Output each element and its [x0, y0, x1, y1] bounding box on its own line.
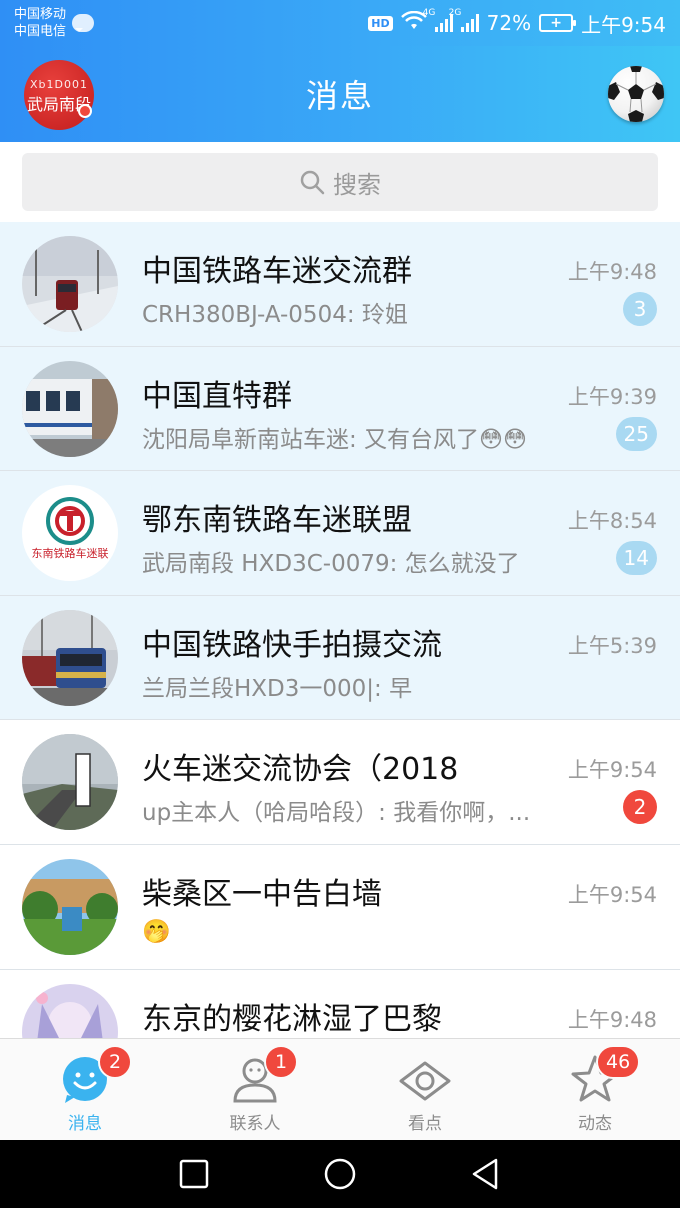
conversation-row[interactable]: 东京的樱花淋湿了巴黎 上午9:48	[0, 970, 680, 1038]
conversation-time: 上午9:48	[567, 260, 657, 284]
search-section: 搜索	[0, 142, 680, 222]
chat-notification-icon	[72, 14, 95, 32]
conversation-preview: CRH380BJ-A-0504: 玲姐	[142, 302, 408, 328]
carrier-info: 中国移动 中国电信	[14, 6, 66, 40]
search-input[interactable]: 搜索	[22, 153, 658, 211]
conversation-name: 中国铁路快手拍摄交流	[142, 627, 442, 663]
conversation-time: 上午8:54	[567, 509, 657, 534]
search-placeholder: 搜索	[333, 170, 381, 199]
avatar-seal-text: 东南铁路车迷联	[32, 546, 109, 560]
group-avatar	[22, 609, 118, 706]
group-avatar	[22, 858, 118, 955]
group-avatar	[22, 983, 118, 1038]
carrier-2: 中国电信	[14, 24, 67, 39]
conversation-time: 上午9:54	[567, 882, 657, 907]
conversation-time: 上午5:39	[567, 633, 657, 658]
recents-icon[interactable]	[176, 1156, 212, 1192]
conversation-list[interactable]: 中国铁路车迷交流群 CRH380BJ-A-0504: 玲姐 上午9:48 3 中…	[0, 222, 680, 1038]
conversation-row[interactable]: 柴桑区一中告白墙 🤭 上午9:54	[0, 845, 680, 970]
tab-label: 看点	[408, 1114, 442, 1134]
conversation-time: 上午9:39	[567, 384, 657, 409]
group-avatar	[22, 360, 118, 457]
conversation-preview: up主本人（哈局哈段）: 我看你啊，...	[142, 800, 531, 827]
network-type-2: 2G	[448, 8, 462, 18]
tab-label: 联系人	[229, 1114, 281, 1134]
conversation-name: 东京的樱花淋湿了巴黎	[142, 1001, 442, 1037]
header: Xb1D001 武局南段 消息	[0, 46, 680, 142]
bottom-tab-bar: 消息 2 联系人 1 看点 动态 46	[0, 1038, 680, 1140]
tab-label: 动态	[578, 1114, 612, 1134]
soccer-ball-icon[interactable]	[608, 66, 664, 122]
carrier-1: 中国移动	[14, 7, 67, 22]
conversation-preview: 武局南段 HXD3C-0079: 怎么就没了	[142, 551, 520, 578]
tab-feed[interactable]: 动态 46	[510, 1039, 680, 1140]
unread-count-badge: 14	[615, 541, 657, 576]
battery-percent: 72%	[486, 11, 532, 35]
conversation-row[interactable]: 中国铁路车迷交流群 CRH380BJ-A-0504: 玲姐 上午9:48 3	[0, 222, 680, 347]
conversation-time: 上午9:54	[567, 758, 657, 783]
conversation-name: 柴桑区一中告白墙	[142, 876, 382, 912]
tab-discover[interactable]: 看点	[340, 1039, 510, 1140]
conversation-name: 鄂东南铁路车迷联盟	[142, 503, 412, 539]
profile-avatar[interactable]: Xb1D001 武局南段	[24, 60, 94, 130]
tab-label: 消息	[68, 1114, 102, 1134]
conversation-row[interactable]: 中国铁路快手拍摄交流 兰局兰段HXD3一000|: 早 上午5:39	[0, 595, 680, 721]
conversation-row[interactable]: 火车迷交流协会（2018 up主本人（哈局哈段）: 我看你啊，... 上午9:5…	[0, 720, 680, 845]
conversation-time: 上午9:48	[567, 1007, 657, 1032]
status-bar: 中国移动 中国电信 HD 4G 2G 72% + 上午9:54	[0, 0, 680, 46]
clock: 上午9:54	[581, 12, 666, 37]
avatar-line-1: Xb1D001	[30, 78, 88, 91]
conversation-preview: 🤭	[142, 918, 171, 945]
network-type-1: 4G	[422, 8, 436, 18]
group-avatar	[22, 734, 118, 831]
conversation-name: 中国直特群	[142, 378, 292, 414]
tab-badge: 1	[264, 1045, 298, 1079]
conversation-name: 火车迷交流协会（2018	[142, 752, 459, 788]
signal-icon-2: 2G	[449, 8, 479, 32]
battery-icon: +	[539, 14, 577, 32]
group-avatar: 东南铁路车迷联	[22, 485, 118, 582]
hd-icon: HD	[368, 15, 393, 31]
conversation-name: 中国铁路车迷交流群	[142, 254, 412, 289]
home-icon[interactable]	[322, 1156, 358, 1192]
tab-contacts[interactable]: 联系人 1	[170, 1039, 340, 1140]
conversation-row[interactable]: 东南铁路车迷联 鄂东南铁路车迷联盟 武局南段 HXD3C-0079: 怎么就没了…	[0, 471, 680, 596]
unread-count-badge: 25	[615, 416, 657, 451]
tab-badge: 2	[98, 1045, 132, 1079]
unread-count-badge: 3	[623, 292, 657, 326]
unread-count-badge: 2	[623, 790, 657, 825]
unread-dot	[78, 104, 92, 118]
conversation-preview: 沈阳局阜新南站车迷: 又有台风了😳😳	[142, 426, 528, 453]
back-icon[interactable]	[468, 1156, 504, 1192]
tab-badge: 46	[596, 1045, 641, 1079]
group-avatar	[22, 236, 118, 332]
page-title: 消息	[305, 77, 374, 115]
conversation-row[interactable]: 中国直特群 沈阳局阜新南站车迷: 又有台风了😳😳 上午9:39 25	[0, 346, 680, 472]
eye-icon	[399, 1061, 451, 1101]
tab-messages[interactable]: 消息 2	[0, 1039, 170, 1140]
search-icon	[300, 170, 325, 195]
conversation-preview: 兰局兰段HXD3一000|: 早	[142, 675, 413, 702]
system-nav-bar	[0, 1140, 680, 1208]
